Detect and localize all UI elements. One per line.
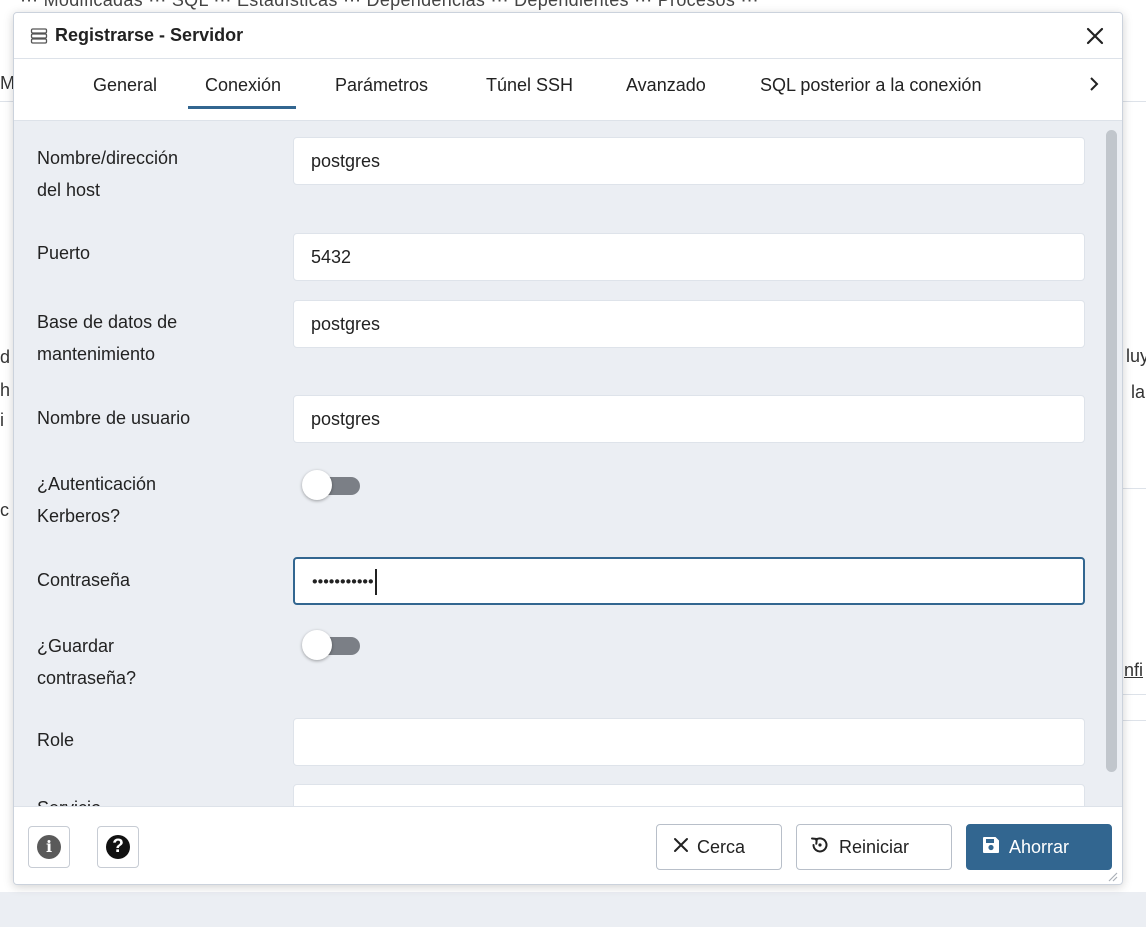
- host-input[interactable]: postgres: [293, 137, 1085, 185]
- password-input[interactable]: •••••••••••: [293, 557, 1085, 605]
- save-button[interactable]: Ahorrar: [966, 824, 1112, 870]
- background-divider: [1123, 694, 1146, 695]
- tab-general[interactable]: General: [93, 73, 157, 109]
- kerberos-label-line2: Kerberos?: [37, 506, 121, 526]
- dialog-tabs: General Conexión Parámetros Túnel SSH Av…: [14, 59, 1122, 121]
- save-password-label-line1: ¿Guardar: [37, 636, 115, 656]
- tab-parametros[interactable]: Parámetros: [335, 73, 428, 109]
- background-text-fragment: d: [0, 347, 11, 367]
- server-icon: [30, 27, 48, 44]
- port-label: Puerto: [37, 243, 91, 263]
- dialog-header: Registrarse - Servidor: [14, 13, 1122, 59]
- tab-tunel-ssh[interactable]: Túnel SSH: [486, 73, 573, 109]
- tab-sql-post-connection[interactable]: SQL posterior a la conexión: [760, 73, 981, 109]
- form-scrollbar[interactable]: [1103, 122, 1122, 806]
- help-icon: ?: [106, 835, 130, 859]
- role-label: Role: [37, 730, 75, 750]
- save-icon: [981, 835, 1001, 860]
- password-masked-value: •••••••••••: [312, 573, 374, 591]
- username-input[interactable]: postgres: [293, 395, 1085, 443]
- background-status-area: [0, 892, 1146, 927]
- host-label: Nombre/dirección del host: [37, 142, 267, 206]
- username-label: Nombre de usuario: [37, 408, 191, 428]
- maintenance-db-label: Base de datos de mantenimiento: [37, 306, 267, 370]
- help-button[interactable]: ?: [97, 826, 139, 868]
- kerberos-label-line1: ¿Autenticación: [37, 474, 157, 494]
- tab-avanzado[interactable]: Avanzado: [626, 73, 706, 109]
- background-text-fragment: nfi: [1124, 660, 1144, 680]
- chevron-right-icon[interactable]: [1088, 75, 1100, 98]
- reset-button-label: Reiniciar: [839, 836, 910, 857]
- port-input[interactable]: 5432: [293, 233, 1085, 281]
- save-button-label: Ahorrar: [1009, 836, 1070, 857]
- info-button[interactable]: i: [28, 826, 70, 868]
- close-button[interactable]: Cerca: [656, 824, 782, 870]
- role-input[interactable]: [293, 718, 1085, 766]
- background-divider: [1123, 101, 1146, 102]
- background-text-fragment: h: [0, 380, 11, 400]
- host-label-line1: Nombre/dirección: [37, 148, 179, 168]
- reset-button[interactable]: Reiniciar: [796, 824, 952, 870]
- background-text-fragment: la: [1131, 382, 1146, 402]
- background-divider: [1123, 720, 1146, 721]
- password-label: Contraseña: [37, 570, 131, 590]
- save-password-label: ¿Guardar contraseña?: [37, 630, 267, 694]
- save-password-label-line2: contraseña?: [37, 668, 137, 688]
- dialog-title: Registrarse - Servidor: [55, 25, 244, 45]
- reset-icon: [809, 834, 831, 861]
- maintenance-db-label-line1: Base de datos de: [37, 312, 178, 332]
- background-tab-strip-text: ⋯ Modificadas ⋯ SQL ⋯ Estadísticas ⋯ Dep…: [20, 0, 759, 10]
- close-icon[interactable]: [1082, 23, 1108, 49]
- host-label-line2: del host: [37, 180, 101, 200]
- maintenance-db-input[interactable]: postgres: [293, 300, 1085, 348]
- close-button-label: Cerca: [697, 836, 746, 857]
- background-text-fragment: luy: [1126, 346, 1146, 366]
- kerberos-label: ¿Autenticación Kerberos?: [37, 468, 267, 532]
- dialog-footer: i ? Cerca Reiniciar Ahorrar: [14, 806, 1122, 884]
- kerberos-toggle[interactable]: [298, 470, 360, 500]
- resize-grip-icon[interactable]: [1106, 870, 1118, 882]
- kerberos-toggle-knob: [302, 470, 332, 500]
- background-divider: [1123, 488, 1146, 489]
- register-server-dialog: Registrarse - Servidor General Conexión …: [13, 12, 1123, 885]
- save-password-toggle[interactable]: [298, 630, 360, 660]
- tab-conexion[interactable]: Conexión: [188, 73, 297, 109]
- background-text-fragment: c: [0, 500, 9, 520]
- close-x-icon: [673, 837, 689, 858]
- info-icon: i: [37, 835, 61, 859]
- maintenance-db-label-line2: mantenimiento: [37, 344, 156, 364]
- background-divider: [0, 101, 13, 102]
- connection-form: Nombre/dirección del host postgres Puert…: [14, 122, 1104, 806]
- save-password-toggle-knob: [302, 630, 332, 660]
- text-caret: [374, 569, 377, 596]
- service-input[interactable]: [293, 784, 1085, 806]
- scrollbar-thumb[interactable]: [1106, 130, 1117, 772]
- service-label: Servicio: [37, 792, 267, 806]
- background-text-fragment: i: [0, 410, 4, 430]
